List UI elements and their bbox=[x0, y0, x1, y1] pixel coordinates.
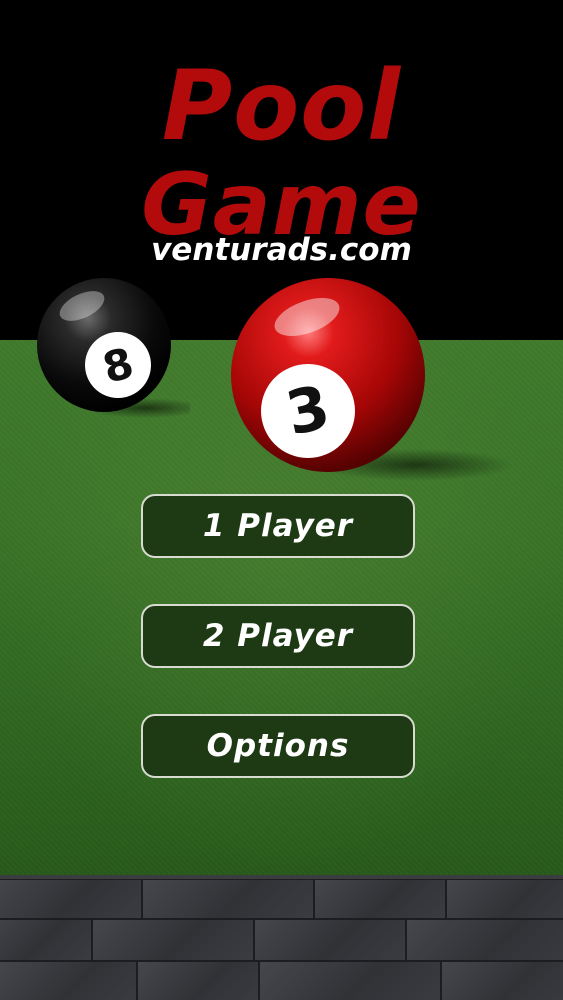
site-name: venturads.com bbox=[151, 232, 412, 268]
one-player-button[interactable]: 1 Player bbox=[141, 494, 415, 558]
stone-floor bbox=[0, 875, 563, 1000]
two-player-button[interactable]: 2 Player bbox=[141, 604, 415, 668]
game-screen: Pool Game venturads.com 8 3 1 Player 2 P… bbox=[0, 0, 563, 1000]
options-button[interactable]: Options bbox=[141, 714, 415, 778]
eight-ball-icon: 8 bbox=[37, 278, 190, 418]
three-ball-icon: 3 bbox=[231, 278, 515, 481]
title-pool: Pool bbox=[161, 50, 402, 162]
